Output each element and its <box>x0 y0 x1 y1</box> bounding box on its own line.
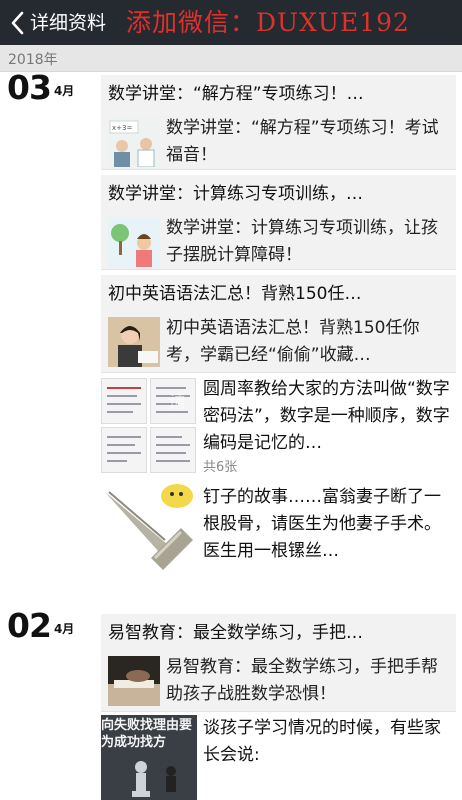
article-description: 初中英语语法汇总！背熟150任你考，学霸已经“偷偷”收藏… <box>166 318 420 365</box>
nav-bar: 详细资料 添加微信：DUXUE192 <box>0 0 462 45</box>
date-label: 02 4月 <box>7 606 74 645</box>
month-label: 4月 <box>53 84 75 98</box>
shared-article-card[interactable]: 初中英语语法汇总！背熟150任… 初中英语语法汇总！背熟150任你考，学霸已经“… <box>101 275 456 373</box>
svg-text:x+3=: x+3= <box>112 124 132 132</box>
post-image[interactable]: 向失败找理由要为成功找方 <box>101 715 197 800</box>
photo-thumbnail[interactable] <box>101 378 147 424</box>
watermark-text: 网 <box>60 768 87 798</box>
back-button[interactable]: 详细资料 <box>10 10 106 36</box>
date-label: 03 4月 <box>7 68 74 107</box>
image-caption: 向失败找理由要为成功找方 <box>101 718 193 750</box>
article-description: 易智教育：最全数学练习，手把手帮助孩子战胜数学恐惧！ <box>166 657 438 704</box>
back-label: 详细资料 <box>30 12 107 34</box>
watermark-text: 请 <box>168 392 186 413</box>
article-title: 数学讲堂：计算练习专项训练，… <box>108 184 363 204</box>
article-thumbnail <box>108 217 160 267</box>
photo-count: 共6张 <box>203 460 238 475</box>
article-title: 初中英语语法汇总！背熟150任… <box>108 284 362 304</box>
article-title: 易智教育：最全数学练习，手把… <box>108 623 363 643</box>
article-title: 数学讲堂：“解方程”专项练习！… <box>108 84 364 104</box>
shared-article-card[interactable]: 数学讲堂：计算练习专项训练，… 数学讲堂：计算练习专项训练，让孩子摆脱计算障碍！ <box>101 175 456 270</box>
post-text[interactable]: 谈孩子学习情况的时候，有些家长会说: <box>203 715 456 769</box>
promo-watermark: 添加微信：DUXUE192 <box>126 8 410 37</box>
year-label: 2018年 <box>8 52 58 68</box>
nail-icon[interactable] <box>101 480 197 576</box>
day-number: 02 <box>7 606 52 645</box>
article-thumbnail <box>108 317 160 367</box>
day-number: 03 <box>7 68 52 107</box>
article-thumbnail <box>108 656 160 706</box>
month-label: 4月 <box>53 622 75 636</box>
post-text[interactable]: 钉子的故事……富翁妻子断了一根股骨，请医生为他妻子手术。医生用一根镙丝… <box>203 484 456 565</box>
chess-pieces-icon <box>132 761 176 797</box>
article-description: 数学讲堂：“解方程”专项练习！考试福音！ <box>166 118 439 165</box>
photo-thumbnail[interactable] <box>150 427 196 473</box>
shared-article-card[interactable]: 易智教育：最全数学练习，手把… 易智教育：最全数学练习，手把手帮助孩子战胜数学恐… <box>101 614 456 712</box>
post-text[interactable]: 圆周率教给大家的方法叫做“数字密码法”，数字是一种顺序，数字编码是记忆的… <box>203 376 456 457</box>
chevron-left-icon <box>11 11 24 35</box>
photo-thumbnail[interactable] <box>101 427 147 473</box>
article-description: 数学讲堂：计算练习专项训练，让孩子摆脱计算障碍！ <box>166 218 438 265</box>
article-thumbnail: x+3= <box>108 117 160 167</box>
shared-article-card[interactable]: 数学讲堂：“解方程”专项练习！… x+3= 数学讲堂：“解方程”专项练习！考试福… <box>101 75 456 170</box>
